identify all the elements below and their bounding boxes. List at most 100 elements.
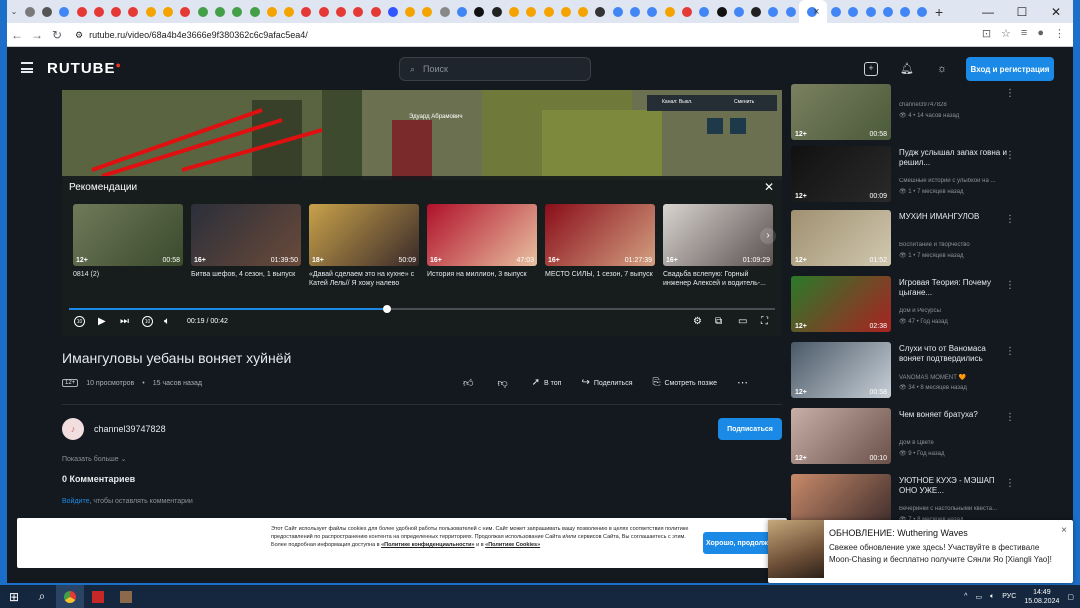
more-options-icon[interactable]: ⋮ <box>1005 214 1015 225</box>
watch-later-button[interactable]: ⎘ Смотреть позже <box>652 377 717 388</box>
tab[interactable] <box>436 0 453 23</box>
volume-icon[interactable]: 🔈︎ <box>164 316 170 327</box>
chevron-right-icon[interactable]: › <box>760 228 776 244</box>
show-more-link[interactable]: Показать больше ⌄ <box>62 455 127 463</box>
close-icon[interactable]: × <box>1061 525 1067 536</box>
bookmark-star-icon[interactable]: ☆ <box>1001 27 1011 40</box>
rutube-logo[interactable]: RUTUBE● <box>47 60 122 77</box>
minimize-icon[interactable]: — <box>971 5 1005 19</box>
app-taskbar-icon[interactable] <box>84 585 112 608</box>
tab[interactable] <box>350 0 367 23</box>
sidebar-video-item[interactable]: 12+ 00:58 Слухи что от Ваномаса воняет п… <box>791 342 1031 402</box>
recommendation-card[interactable]: 16+ 01:39:50 Битва шефов, 4 сезон, 1 вып… <box>191 204 301 288</box>
tab[interactable] <box>90 0 107 23</box>
tab[interactable] <box>897 0 914 23</box>
url-input[interactable]: ⚙ rutube.ru/video/68a4b4e3666e9f380362c6… <box>69 26 1009 44</box>
pip-icon[interactable]: ⧉ <box>715 316 722 327</box>
login-button[interactable]: Вход и регистрация <box>966 57 1054 81</box>
fullscreen-icon[interactable]: ⛶ <box>761 316 768 327</box>
tab[interactable] <box>142 0 159 23</box>
tab[interactable] <box>73 0 90 23</box>
install-icon[interactable]: ⊡ <box>982 27 991 40</box>
tab[interactable] <box>488 0 505 23</box>
sidebar-video-item[interactable]: 12+ 00:10 Чем воняет братуха? Дом в Цвет… <box>791 408 1031 468</box>
subscribe-button[interactable]: Подписаться <box>718 418 782 440</box>
more-options-icon[interactable]: ⋮ <box>1005 412 1015 423</box>
login-link[interactable]: Войдите <box>62 498 90 505</box>
tab[interactable] <box>505 0 522 23</box>
share-button[interactable]: ↪ Поделиться <box>581 377 632 388</box>
more-options-icon[interactable]: ⋯ <box>737 376 748 389</box>
tab[interactable] <box>332 0 349 23</box>
tab[interactable] <box>229 0 246 23</box>
search-icon[interactable]: ⌕ <box>28 585 56 608</box>
recommendation-card[interactable]: 12+ 00:58 0814 (2) <box>73 204 183 288</box>
extensions-icon[interactable]: ≡ <box>1021 27 1027 40</box>
tab[interactable] <box>367 0 384 23</box>
notifications-icon[interactable]: ▢ <box>1067 593 1074 601</box>
tab[interactable] <box>211 0 228 23</box>
tab[interactable] <box>696 0 713 23</box>
tab[interactable] <box>765 0 782 23</box>
dislike-button[interactable]: 👎︎ <box>497 377 511 389</box>
tab[interactable] <box>782 0 799 23</box>
tab[interactable] <box>315 0 332 23</box>
sidebar-video-item[interactable]: 12+ 01:52 МУХИН ИМАНГУЛОВ Воспитание и т… <box>791 210 1031 270</box>
sidebar-video-item[interactable]: 12+ 02:38 Игровая Теория: Почему цыгане.… <box>791 276 1031 336</box>
tab[interactable] <box>471 0 488 23</box>
sidebar-video-item[interactable]: 12+ 00:58 channel39747828 👁︎ 4 • 14 часо… <box>791 84 1031 144</box>
upload-icon[interactable]: + <box>864 62 878 76</box>
tab[interactable] <box>644 0 661 23</box>
close-icon[interactable]: ✕ <box>764 180 774 194</box>
progress-handle[interactable] <box>382 305 391 313</box>
tab[interactable] <box>298 0 315 23</box>
menu-burger-icon[interactable] <box>21 62 33 73</box>
to-top-button[interactable]: ➚ В топ <box>532 377 562 388</box>
tab[interactable] <box>661 0 678 23</box>
tab[interactable] <box>862 0 879 23</box>
search-input[interactable]: ⌕ Поиск <box>399 57 591 81</box>
recommendation-card[interactable]: 16+ 01:27:39 МЕСТО СИЛЫ, 1 сезон, 7 выпу… <box>545 204 655 288</box>
language-indicator[interactable]: РУС <box>1002 593 1016 600</box>
like-button[interactable]: 👍︎ <box>463 377 477 389</box>
tab[interactable] <box>453 0 470 23</box>
tab[interactable] <box>159 0 176 23</box>
tab[interactable] <box>21 0 38 23</box>
privacy-policy-link[interactable]: «Политике конфиденциальности» <box>381 542 474 548</box>
tab[interactable] <box>263 0 280 23</box>
site-info-icon[interactable]: ⚙ <box>75 30 83 41</box>
reload-icon[interactable]: ↻ <box>47 28 67 42</box>
tab[interactable] <box>177 0 194 23</box>
tab-close-icon[interactable]: × <box>813 6 819 18</box>
tab[interactable] <box>827 0 844 23</box>
tray-chevron-icon[interactable]: ^ <box>964 593 967 600</box>
more-options-icon[interactable]: ⋮ <box>1005 88 1015 99</box>
tab[interactable] <box>419 0 436 23</box>
channel-name[interactable]: channel39747828 <box>94 424 166 434</box>
tab[interactable] <box>540 0 557 23</box>
tab[interactable] <box>402 0 419 23</box>
network-icon[interactable]: ▭ <box>975 593 982 601</box>
tab[interactable] <box>280 0 297 23</box>
tab[interactable] <box>575 0 592 23</box>
tab[interactable] <box>194 0 211 23</box>
progress-bar[interactable] <box>69 305 775 313</box>
video-player[interactable]: Эдуард Абрамович Канал: Выкл. Сменить Ре… <box>62 90 782 336</box>
recommendation-card[interactable]: 16+ 01:09:29 Свадьба вслепую: Горный инж… <box>663 204 773 288</box>
next-icon[interactable]: ⏭︎ <box>120 316 129 327</box>
tab[interactable] <box>107 0 124 23</box>
windows-start-icon[interactable]: ⊞ <box>0 585 28 608</box>
tab[interactable] <box>384 0 401 23</box>
tab[interactable] <box>914 0 931 23</box>
sidebar-video-item[interactable]: 12+ 00:09 Пудж услышал запах говна и реш… <box>791 146 1031 206</box>
recommendation-card[interactable]: 18+ 50:09 «Давай сделаем это на кухне» с… <box>309 204 419 288</box>
tab[interactable] <box>56 0 73 23</box>
game-taskbar-icon[interactable] <box>112 585 140 608</box>
tab[interactable] <box>246 0 263 23</box>
tab[interactable] <box>592 0 609 23</box>
tab[interactable] <box>609 0 626 23</box>
settings-gear-icon[interactable]: ⚙ <box>693 316 702 327</box>
window-close-icon[interactable]: ✕ <box>1039 5 1073 19</box>
maximize-icon[interactable]: ☐ <box>1005 5 1039 19</box>
back-icon[interactable]: ← <box>7 28 27 42</box>
